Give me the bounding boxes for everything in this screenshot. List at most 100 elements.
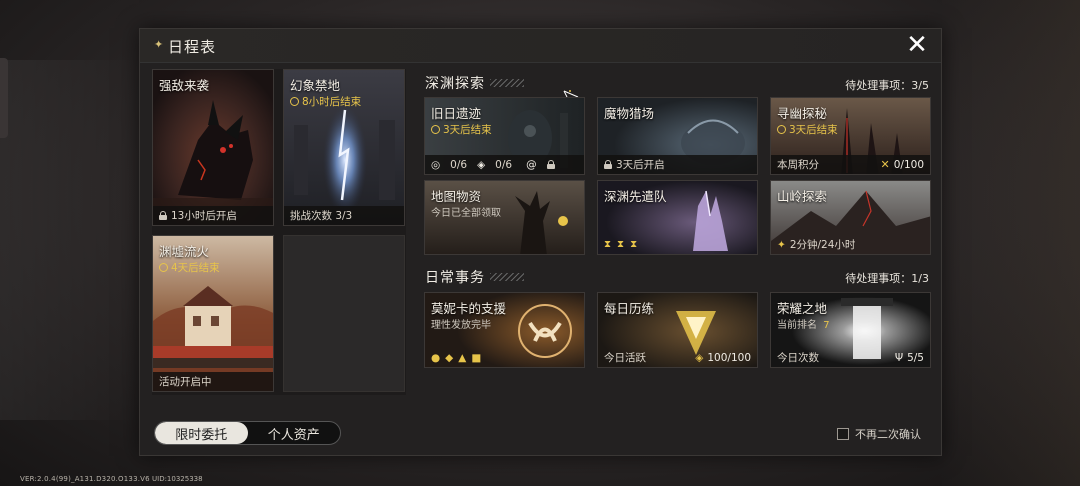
card-footer: ◎ 0/6 ◈ 0/6 @: [425, 155, 584, 174]
abyss-card-secret-explore[interactable]: 寻幽探秘 3天后结束 本周积分 ✕ 0/100: [770, 97, 931, 175]
timer-text: 3天后结束: [443, 124, 492, 136]
swirl-icon: @: [526, 158, 537, 171]
abyss-pending-count: 待处理事项：3/5: [845, 79, 929, 92]
close-icon[interactable]: ✕: [903, 31, 931, 59]
limited-events-column: 强敌来袭 13小时后开启 幻象禁地 8小时后结束 挑战次数 3/3 渊墟流火 4…: [152, 69, 406, 395]
checkbox[interactable]: [837, 428, 849, 440]
clock-icon: [159, 263, 168, 272]
card-name: 寻幽探秘: [777, 106, 828, 121]
event-status: 挑战次数 3/3: [290, 210, 353, 222]
stat-value: 0/6: [450, 158, 468, 171]
hourglass-icon: ⧗: [630, 239, 638, 250]
card-status: 3天后开启: [616, 159, 665, 171]
card-name: 地图物资: [431, 189, 482, 204]
abyss-card-ancient-ruins[interactable]: 旧日遗迹 3天后结束 ◎ 0/6 ◈ 0/6 @: [424, 97, 585, 175]
daily-card-monica-support[interactable]: 莫妮卡的支援 理性发放完毕 ● ◆ ▲ ■: [424, 292, 585, 368]
event-status: 13小时后开启: [171, 210, 237, 222]
timer-text: 3天后结束: [789, 124, 838, 136]
hourglass-icon: ⧗: [604, 239, 612, 250]
reward-icon: ●: [431, 351, 441, 364]
sparkle-icon: ✦: [777, 238, 786, 251]
score-value: 0/100: [893, 158, 924, 171]
daily-card-glory-land[interactable]: 荣耀之地 当前排名 7 今日次数 Ψ 5/5: [770, 292, 931, 368]
card-name: 莫妮卡的支援: [431, 301, 507, 316]
event-card-abyss-fire[interactable]: 渊墟流火 4天后结束 活动开启中: [152, 235, 274, 392]
checkbox-label: 不再二次确认: [855, 428, 921, 441]
card-name: 荣耀之地: [777, 301, 828, 316]
footer-label: 今日活跃: [604, 352, 646, 364]
daily-card-daily-training[interactable]: 每日历练 今日活跃 ◈ 100/100: [597, 292, 758, 368]
event-card-strong-enemy[interactable]: 强敌来袭 13小时后开启: [152, 69, 274, 226]
footer-label: 今日次数: [777, 352, 819, 364]
reward-icon: ■: [471, 351, 482, 364]
card-subtext: 当前排名 7: [777, 316, 830, 331]
sparkle-icon: ✦: [154, 38, 164, 51]
event-name: 幻象禁地: [290, 78, 341, 93]
timer-text: 4天后结束: [171, 262, 220, 274]
clock-icon: [777, 125, 786, 134]
activity-icon: ◈: [695, 352, 704, 364]
card-name: 魔物猎场: [604, 106, 655, 121]
lock-icon: [604, 160, 612, 169]
weekly-score: ✕ 0/100: [881, 158, 924, 171]
card-footer: ⧗ ⧗ ⧗: [598, 235, 757, 254]
empty-event-slot: [283, 235, 405, 392]
abyss-card-monster-hunt[interactable]: 魔物猎场 3天后开启: [597, 97, 758, 175]
schedule-panel: ✦ 日程表 ✕ 强敌来袭 13小时后开启 幻象禁地 8小时后结束 挑战次数 3/…: [139, 28, 942, 456]
lock-icon: [159, 211, 167, 220]
no-confirm-toggle[interactable]: 不再二次确认: [837, 426, 921, 442]
card-name: 旧日遗迹: [431, 106, 482, 121]
clock-icon: [431, 125, 440, 134]
section-deco: [490, 79, 524, 87]
event-footer: 挑战次数 3/3: [284, 206, 404, 225]
abyss-card-mountain-explore[interactable]: 山岭探索 ✦ 2分钟/24小时: [770, 180, 931, 255]
event-card-illusion-forbidden[interactable]: 幻象禁地 8小时后结束 挑战次数 3/3: [283, 69, 405, 226]
rank-value: 7: [823, 320, 830, 331]
reward-icon: ◆: [445, 351, 454, 364]
daily-pending-count: 待处理事项：1/3: [845, 272, 929, 285]
activity-count: 100/100: [707, 352, 751, 364]
panel-title: 日程表: [168, 38, 217, 56]
footer-label: 本周积分: [777, 159, 819, 171]
activity-value: ◈ 100/100: [695, 352, 751, 364]
card-timer: 3天后结束: [431, 122, 492, 137]
section-title-abyss: 深渊探索: [425, 76, 485, 92]
event-timer: 4天后结束: [159, 260, 220, 275]
event-footer: 13小时后开启: [153, 206, 273, 225]
hourglass-icon: ⧗: [617, 239, 625, 250]
reward-icon: ▲: [458, 351, 467, 364]
card-name: 每日历练: [604, 301, 655, 316]
tab-limited-commission[interactable]: 限时委托: [155, 422, 248, 444]
diamond-icon: ◈: [477, 158, 486, 171]
event-footer: 活动开启中: [153, 372, 273, 391]
cross-swords-icon: ✕: [880, 158, 890, 171]
panel-header: ✦ 日程表 ✕: [140, 29, 941, 63]
version-text: VER:2.0.4(99)_A131.D320.O133.V6: [20, 475, 150, 483]
clock-icon: [290, 97, 299, 106]
card-footer: ✦ 2分钟/24小时: [771, 235, 930, 254]
spiral-icon: ◎: [431, 158, 441, 171]
tab-personal-assets[interactable]: 个人资产: [248, 422, 341, 444]
uid-text: UID:10325338: [152, 475, 203, 483]
event-status: 活动开启中: [159, 376, 212, 388]
card-name: 深渊先遣队: [604, 189, 667, 204]
rank-label: 当前排名: [777, 320, 817, 331]
card-name: 山岭探索: [777, 189, 828, 204]
timer-text: 8小时后结束: [302, 96, 362, 108]
abyss-card-map-supplies[interactable]: 地图物资 今日已全部领取: [424, 180, 585, 255]
lock-icon: [546, 160, 555, 169]
section-deco: [490, 273, 524, 281]
stat-value: 0/6: [495, 158, 513, 171]
card-footer: 3天后开启: [598, 155, 757, 174]
card-subtext: 今日已全部领取: [431, 208, 501, 219]
attempts-count: 5/5: [907, 352, 924, 364]
event-name: 渊墟流火: [159, 244, 210, 259]
event-timer: 8小时后结束: [290, 94, 361, 109]
card-footer: ● ◆ ▲ ■: [425, 348, 584, 367]
section-title-daily: 日常事务: [425, 270, 485, 286]
event-name: 强敌来袭: [159, 78, 210, 93]
category-tabs: 限时委托 个人资产: [154, 421, 341, 445]
card-timer: 3天后结束: [777, 122, 838, 137]
side-handle: [0, 58, 8, 138]
abyss-card-vanguard[interactable]: 深渊先遣队 ⧗ ⧗ ⧗: [597, 180, 758, 255]
